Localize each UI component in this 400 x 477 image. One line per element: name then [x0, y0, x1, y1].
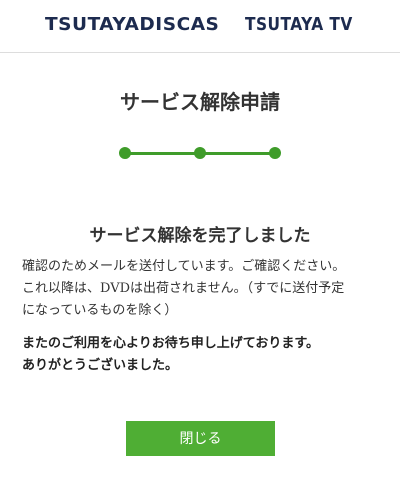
step-2-dot: [194, 147, 206, 159]
confirmation-message: 確認のためメールを送付しています。ご確認ください。 これ以降は、DVDは出荷され…: [22, 256, 382, 322]
message-line: になっているものを除く）: [22, 303, 178, 318]
message-line: これ以降は、DVDは出荷されません。（すでに送付予定: [22, 281, 345, 296]
close-button[interactable]: 閉じる: [126, 421, 275, 456]
tsutaya-discas-logo[interactable]: TSUTAYADISCAS: [45, 14, 219, 35]
thanks-line: またのご利用を心よりお待ち申し上げております。: [22, 336, 320, 351]
completion-heading: サービス解除を完了しました: [89, 226, 311, 246]
thanks-message: またのご利用を心よりお待ち申し上げております。 ありがとうございました。: [22, 333, 382, 377]
message-line: 確認のためメールを送付しています。ご確認ください。: [22, 259, 346, 274]
thanks-line: ありがとうございました。: [22, 358, 179, 373]
progress-steps: [119, 146, 281, 160]
page-title: サービス解除申請: [120, 90, 280, 114]
tsutaya-tv-logo[interactable]: TSUTAYA TV: [245, 14, 353, 35]
step-3-dot: [269, 147, 281, 159]
step-1-dot: [119, 147, 131, 159]
site-header: TSUTAYADISCAS TSUTAYA TV: [0, 0, 400, 53]
